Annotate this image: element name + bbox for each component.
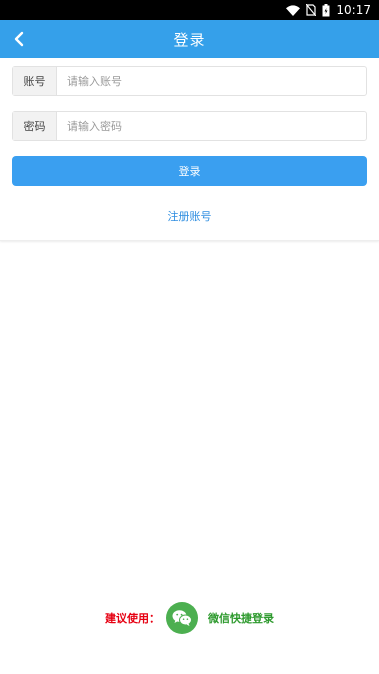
account-input[interactable]	[57, 67, 366, 95]
title-bar: 登录	[0, 20, 379, 58]
back-button[interactable]	[6, 26, 32, 52]
battery-icon	[322, 3, 330, 17]
password-input[interactable]	[57, 112, 366, 140]
wifi-icon	[286, 4, 301, 16]
wechat-login-label[interactable]: 微信快捷登录	[208, 610, 274, 626]
status-bar: 10:17	[0, 0, 379, 20]
login-card: 账号 密码 登录 注册账号	[0, 58, 379, 241]
password-label: 密码	[13, 112, 57, 140]
status-time: 10:17	[336, 3, 371, 17]
wechat-icon	[172, 610, 192, 626]
no-sim-icon	[306, 4, 317, 16]
wechat-login-row: 建议使用： 微信快捷登录	[0, 602, 379, 634]
account-label: 账号	[13, 67, 57, 95]
wechat-login-button[interactable]	[166, 602, 198, 634]
register-link[interactable]: 注册账号	[0, 208, 379, 224]
chevron-left-icon	[14, 31, 24, 47]
login-button[interactable]: 登录	[12, 156, 367, 186]
password-field: 密码	[12, 111, 367, 141]
suggest-label: 建议使用：	[105, 612, 160, 625]
page-title: 登录	[173, 30, 206, 49]
account-field: 账号	[12, 66, 367, 96]
